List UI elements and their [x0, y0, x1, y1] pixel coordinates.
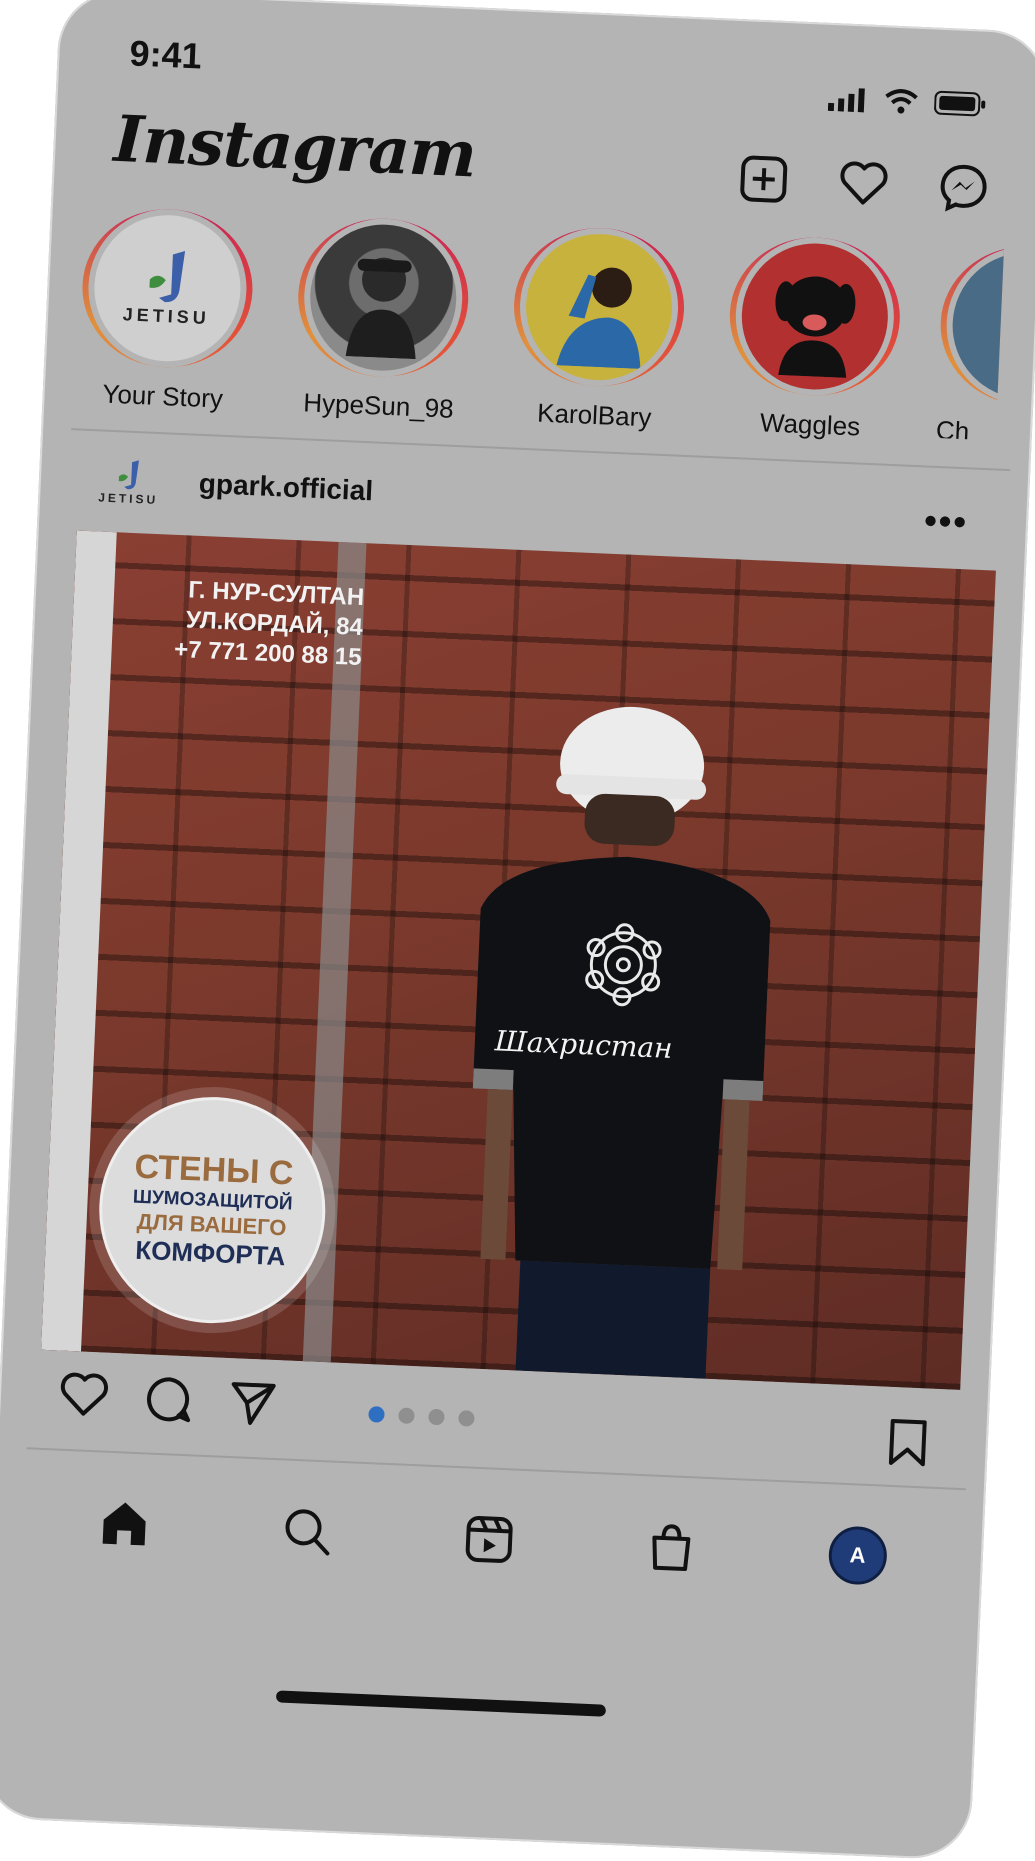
- heart-icon: [840, 161, 888, 205]
- story-label: HypeSun_98: [302, 387, 455, 424]
- reels-icon[interactable]: [463, 1513, 515, 1565]
- send-icon[interactable]: [228, 1378, 278, 1428]
- story-ring: [937, 243, 1005, 409]
- carousel-indicator: [368, 1406, 475, 1427]
- story-item[interactable]: JETISU Your Story: [72, 205, 260, 414]
- heart-icon[interactable]: [58, 1371, 110, 1419]
- avatar: [738, 240, 891, 393]
- person-silhouette: [556, 267, 641, 369]
- new-post-button[interactable]: [734, 149, 794, 209]
- carousel-dot: [428, 1408, 445, 1426]
- stories-row: JETISU Your Story HypeSun_98 KarolBary W…: [72, 205, 1030, 442]
- avatar: JETISU: [91, 212, 244, 365]
- bookmark-icon[interactable]: [887, 1417, 929, 1469]
- shop-icon[interactable]: [645, 1521, 697, 1573]
- status-icons: [827, 85, 987, 118]
- story-item[interactable]: HypeSun_98: [288, 215, 476, 424]
- post-username[interactable]: gpark.official: [198, 468, 373, 508]
- story-label: Waggles: [759, 407, 861, 442]
- story-ring: [510, 224, 688, 390]
- story-item[interactable]: KarolBary: [504, 224, 692, 432]
- story-label: KarolBary: [536, 397, 653, 433]
- avatar: [307, 221, 460, 374]
- signal-icon: [827, 88, 865, 113]
- search-icon[interactable]: [281, 1505, 333, 1557]
- jetisu-logo-icon: [149, 250, 186, 302]
- messenger-icon: [940, 164, 987, 212]
- avatar: [522, 230, 676, 384]
- story-ring: JETISU: [79, 205, 256, 371]
- post-image[interactable]: Г. НУР-СУЛТАН УЛ.КОРДАЙ, 84 +7 771 200 8…: [41, 530, 996, 1390]
- story-ring: [726, 233, 904, 400]
- plus-square-icon: [740, 155, 788, 203]
- promo-badge: СТЕНЫ С ШУМОЗАЩИТОЙ ДЛЯ ВАШЕГО КОМФОРТА: [94, 1092, 331, 1328]
- story-avatar-text: JETISU: [122, 303, 211, 328]
- avatar[interactable]: JETISU: [87, 446, 170, 519]
- story-ring: [294, 215, 472, 381]
- story-label: Your Story: [101, 378, 224, 414]
- instagram-logo: Instagram: [112, 101, 478, 193]
- story-item[interactable]: Waggles: [720, 233, 908, 442]
- address-block: Г. НУР-СУЛТАН УЛ.КОРДАЙ, 84 +7 771 200 8…: [151, 574, 365, 673]
- story-item[interactable]: Ch: [935, 243, 1005, 441]
- profile-avatar-letter: A: [849, 1542, 867, 1568]
- battery-icon: [934, 90, 986, 117]
- home-indicator[interactable]: [275, 1690, 607, 1717]
- messenger-button[interactable]: [933, 158, 993, 218]
- top-actions: [734, 149, 994, 218]
- story-label: Ch: [935, 414, 970, 441]
- profile-avatar[interactable]: A: [827, 1525, 888, 1586]
- comment-icon[interactable]: [144, 1374, 194, 1424]
- bottom-tab-bar: A: [31, 1470, 954, 1610]
- badge-line: КОМФОРТА: [134, 1234, 287, 1272]
- home-icon[interactable]: [99, 1497, 151, 1549]
- activity-button[interactable]: [833, 153, 893, 213]
- wifi-icon: [885, 89, 918, 114]
- more-options-button[interactable]: •••: [923, 499, 969, 543]
- phone-frame: 9:41 Instagram JETISU Your Story HypeSun…: [0, 0, 1035, 1861]
- carousel-dot: [398, 1407, 415, 1425]
- post-avatar-text: JETISU: [97, 490, 159, 508]
- carousel-dot-active: [368, 1406, 385, 1423]
- badge-line: СТЕНЫ С: [133, 1147, 295, 1193]
- status-time: 9:41: [128, 32, 203, 77]
- person-silhouette: [345, 257, 416, 360]
- carousel-dot: [458, 1410, 475, 1427]
- jetisu-logo-icon: [118, 460, 139, 490]
- dog-silhouette: [775, 276, 856, 378]
- avatar: [949, 249, 1005, 402]
